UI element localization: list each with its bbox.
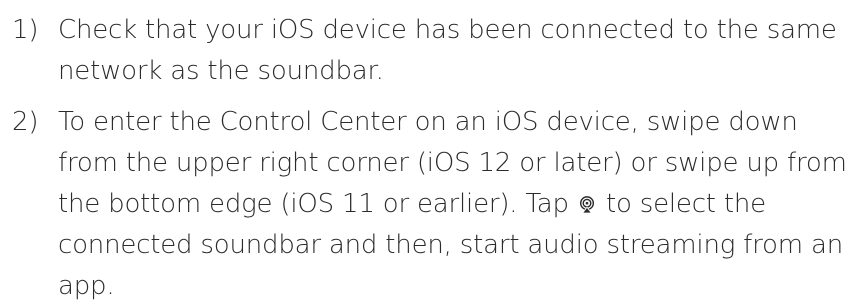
step-1: 1) Check that your iOS device has been c… — [0, 10, 854, 92]
step-text: Check that your iOS device has been conn… — [58, 15, 837, 86]
step-number: 1) — [12, 15, 39, 45]
instruction-page: 1) Check that your iOS device has been c… — [0, 0, 854, 301]
airplay-audio-icon — [578, 196, 596, 214]
step-2: 2) To enter the Control Center on an iOS… — [0, 102, 854, 307]
instruction-steps: 1) Check that your iOS device has been c… — [0, 10, 854, 307]
step-text: To enter the Control Center on an iOS de… — [58, 102, 854, 307]
step-number: 2) — [12, 107, 39, 137]
